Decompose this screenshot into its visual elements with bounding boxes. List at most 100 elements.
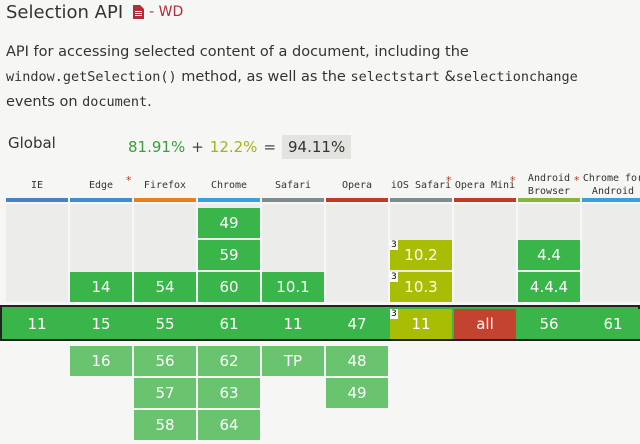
browser-header-chrome[interactable]: Chrome xyxy=(198,168,260,202)
note-asterisk-icon: * xyxy=(573,174,580,187)
version-cell[interactable]: 16 xyxy=(70,346,132,376)
version-cell[interactable]: 15 xyxy=(70,309,132,339)
version-cell[interactable]: 47 xyxy=(326,309,388,339)
version-cell[interactable]: 11 xyxy=(262,309,324,339)
version-label: 15 xyxy=(91,315,111,333)
version-cell[interactable]: 64 xyxy=(198,410,260,440)
version-cell[interactable]: 56 xyxy=(134,346,196,376)
version-cell[interactable]: 14 xyxy=(70,272,132,302)
note-number: 3 xyxy=(390,309,398,319)
browser-header-edge[interactable]: Edge * xyxy=(70,168,132,202)
version-cell[interactable]: 49 xyxy=(198,208,260,238)
version-cell[interactable]: 11 3 xyxy=(390,309,452,339)
browser-color-bar xyxy=(326,198,388,202)
browser-header-firefox[interactable]: Firefox xyxy=(134,168,196,202)
version-cell[interactable]: 62 xyxy=(198,346,260,376)
column-background xyxy=(326,204,388,302)
browser-color-bar xyxy=(262,198,324,202)
browser-color-bar xyxy=(390,198,452,202)
version-label: 10.3 xyxy=(404,278,438,296)
column-background xyxy=(582,204,640,302)
browser-header-opera[interactable]: Opera xyxy=(326,168,388,202)
browser-name: Firefox xyxy=(143,179,187,191)
version-label: 11 xyxy=(27,315,47,333)
version-cell[interactable]: 48 xyxy=(326,346,388,376)
version-cell[interactable]: 54 xyxy=(134,272,196,302)
browser-header-ie[interactable]: IE xyxy=(6,168,68,202)
browser-header-android-browser[interactable]: Android Browser * xyxy=(518,168,580,202)
spec-status[interactable]: - WD xyxy=(149,4,183,20)
version-label: 49 xyxy=(219,214,239,232)
global-usage: 81.91% + 12.2% = 94.11% xyxy=(128,134,352,160)
version-label: 14 xyxy=(91,278,111,296)
version-cell[interactable]: all xyxy=(454,309,516,339)
browser-color-bar xyxy=(454,198,516,202)
global-full-support: 81.91% xyxy=(128,138,186,156)
description-text: method, as well as the xyxy=(176,69,351,85)
browser-name: Chrome for Android xyxy=(582,173,640,197)
browser-name: Edge xyxy=(88,179,114,191)
version-cell[interactable]: 10.1 xyxy=(262,272,324,302)
browser-name: Opera Mini xyxy=(454,179,516,191)
feature-title: Selection API xyxy=(6,1,124,23)
note-asterisk-icon: * xyxy=(445,174,452,187)
version-cell[interactable]: 61 xyxy=(582,309,640,339)
version-label: 63 xyxy=(219,384,239,402)
code-term: document xyxy=(82,94,148,110)
description-text: . xyxy=(147,94,152,110)
version-cell[interactable]: 61 xyxy=(198,309,260,339)
version-label: 48 xyxy=(347,352,367,370)
version-label: 58 xyxy=(155,416,175,434)
equals-sign: = xyxy=(263,138,277,156)
version-cell[interactable]: 10.2 3 xyxy=(390,240,452,270)
browser-color-bar xyxy=(6,198,68,202)
browser-name: Safari xyxy=(274,179,312,191)
column-background xyxy=(6,204,68,302)
browser-header-safari[interactable]: Safari xyxy=(262,168,324,202)
document-icon[interactable] xyxy=(133,5,145,19)
version-cell[interactable]: 10.3 3 xyxy=(390,272,452,302)
version-cell[interactable]: 49 xyxy=(326,378,388,408)
version-label: 62 xyxy=(219,352,239,370)
version-label: 11 xyxy=(411,315,431,333)
version-label: 49 xyxy=(347,384,367,402)
version-cell[interactable]: 63 xyxy=(198,378,260,408)
description-text: events on xyxy=(6,94,83,110)
browser-name: iOS Safari xyxy=(390,179,452,191)
version-cell[interactable]: 57 xyxy=(134,378,196,408)
version-cell[interactable]: 11 xyxy=(6,309,68,339)
browser-header-opera-mini[interactable]: Opera Mini * xyxy=(454,168,516,202)
version-label: 54 xyxy=(155,278,175,296)
version-label: 4.4.4 xyxy=(529,278,569,296)
browser-header-ios-safari[interactable]: iOS Safari * xyxy=(390,168,452,202)
version-cell[interactable]: 56 xyxy=(518,309,580,339)
feature-header: Selection API - WD xyxy=(6,0,183,24)
version-cell[interactable]: 60 xyxy=(198,272,260,302)
version-cell[interactable]: 58 xyxy=(134,410,196,440)
version-cell[interactable]: 59 xyxy=(198,240,260,270)
plus-sign: + xyxy=(191,138,204,156)
version-label: 61 xyxy=(219,315,239,333)
version-cell[interactable]: TP xyxy=(262,346,324,376)
version-cell[interactable]: 55 xyxy=(134,309,196,339)
version-label: 56 xyxy=(539,315,559,333)
column-background xyxy=(454,204,516,302)
support-table: IE 11 Edge * 14 15 16 Firefox 54 55 56 57 58 Chrome 49… xyxy=(0,168,640,444)
version-label: 11 xyxy=(283,315,303,333)
browser-header-chrome-for-android[interactable]: Chrome for Android xyxy=(582,168,640,202)
browser-color-bar xyxy=(518,198,580,202)
note-asterisk-icon: * xyxy=(509,174,516,187)
version-cell[interactable]: 4.4.4 xyxy=(518,272,580,302)
version-label: 4.4 xyxy=(537,246,561,264)
browser-name: Android Browser xyxy=(527,173,571,197)
browser-name: Chrome xyxy=(210,179,248,191)
global-label: Global xyxy=(8,134,56,152)
version-label: 47 xyxy=(347,315,367,333)
description-text: & xyxy=(439,69,456,85)
version-cell[interactable]: 4.4 xyxy=(518,240,580,270)
browser-color-bar xyxy=(198,198,260,202)
code-term: selectionchange xyxy=(455,69,578,85)
note-number: 3 xyxy=(390,240,398,250)
version-label: 16 xyxy=(91,352,111,370)
version-label: 56 xyxy=(155,352,175,370)
